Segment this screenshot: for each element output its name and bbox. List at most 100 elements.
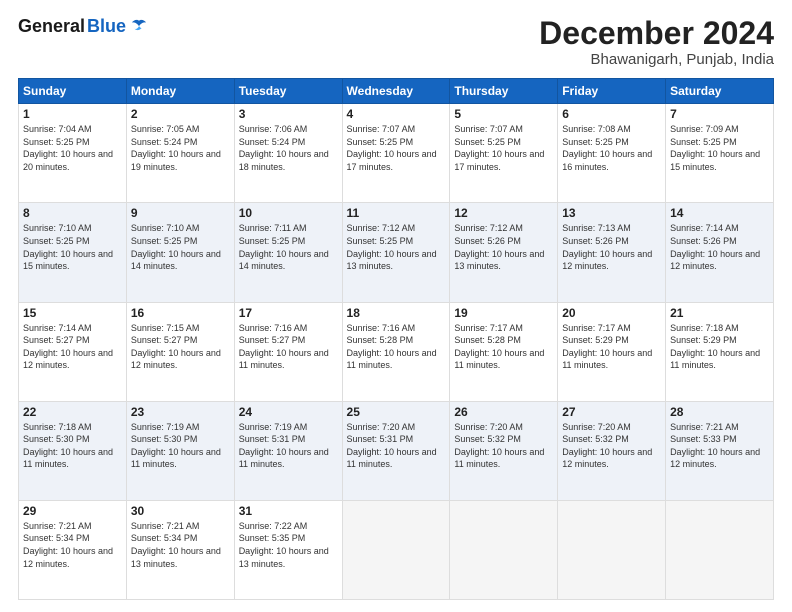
calendar-cell: 5Sunrise: 7:07 AMSunset: 5:25 PMDaylight…	[450, 104, 558, 203]
day-number: 4	[347, 107, 446, 121]
day-info: Sunrise: 7:20 AMSunset: 5:31 PMDaylight:…	[347, 421, 446, 471]
day-info: Sunrise: 7:11 AMSunset: 5:25 PMDaylight:…	[239, 222, 338, 272]
day-number: 18	[347, 306, 446, 320]
calendar-cell: 10 Sunrise: 7:11 AMSunset: 5:25 PMDayligh…	[234, 203, 342, 302]
calendar-cell: 7 Sunrise: 7:09 AMSunset: 5:25 PMDaylight…	[666, 104, 774, 203]
calendar-cell: 31 Sunrise: 7:22 AMSunset: 5:35 PMDayligh…	[234, 500, 342, 599]
logo: GeneralBlue	[18, 16, 148, 37]
day-number: 2	[131, 107, 230, 121]
day-number: 21	[670, 306, 769, 320]
calendar-cell: 26 Sunrise: 7:20 AMSunset: 5:32 PMDayligh…	[450, 401, 558, 500]
day-info: Sunrise: 7:18 AMSunset: 5:29 PMDaylight:…	[670, 322, 769, 372]
day-number: 27	[562, 405, 661, 419]
calendar-cell: 19Sunrise: 7:17 AMSunset: 5:28 PMDayligh…	[450, 302, 558, 401]
calendar-cell: 14 Sunrise: 7:14 AMSunset: 5:26 PMDayligh…	[666, 203, 774, 302]
day-number: 6	[562, 107, 661, 121]
calendar-cell: 13 Sunrise: 7:13 AMSunset: 5:26 PMDayligh…	[558, 203, 666, 302]
calendar-cell: 4Sunrise: 7:07 AMSunset: 5:25 PMDaylight…	[342, 104, 450, 203]
calendar-cell: 3Sunrise: 7:06 AMSunset: 5:24 PMDaylight…	[234, 104, 342, 203]
calendar-week-row: 29 Sunrise: 7:21 AMSunset: 5:34 PMDayligh…	[19, 500, 774, 599]
calendar-cell: 22 Sunrise: 7:18 AMSunset: 5:30 PMDayligh…	[19, 401, 127, 500]
day-info: Sunrise: 7:13 AMSunset: 5:26 PMDaylight:…	[562, 222, 661, 272]
day-info: Sunrise: 7:15 AMSunset: 5:27 PMDaylight:…	[131, 322, 230, 372]
day-number: 23	[131, 405, 230, 419]
day-number: 20	[562, 306, 661, 320]
col-header-monday: Monday	[126, 79, 234, 104]
calendar-cell: 27Sunrise: 7:20 AMSunset: 5:32 PMDayligh…	[558, 401, 666, 500]
day-info: Sunrise: 7:16 AMSunset: 5:27 PMDaylight:…	[239, 322, 338, 372]
calendar-cell: 25 Sunrise: 7:20 AMSunset: 5:31 PMDayligh…	[342, 401, 450, 500]
day-info: Sunrise: 7:05 AMSunset: 5:24 PMDaylight:…	[131, 123, 230, 173]
day-number: 16	[131, 306, 230, 320]
calendar-cell: 23 Sunrise: 7:19 AMSunset: 5:30 PMDayligh…	[126, 401, 234, 500]
day-info: Sunrise: 7:14 AMSunset: 5:26 PMDaylight:…	[670, 222, 769, 272]
day-info: Sunrise: 7:14 AMSunset: 5:27 PMDaylight:…	[23, 322, 122, 372]
day-info: Sunrise: 7:21 AMSunset: 5:34 PMDaylight:…	[23, 520, 122, 570]
calendar-cell	[558, 500, 666, 599]
calendar-week-row: 8Sunrise: 7:10 AMSunset: 5:25 PMDaylight…	[19, 203, 774, 302]
day-number: 31	[239, 504, 338, 518]
col-header-sunday: Sunday	[19, 79, 127, 104]
calendar-cell: 29 Sunrise: 7:21 AMSunset: 5:34 PMDayligh…	[19, 500, 127, 599]
calendar-week-row: 22 Sunrise: 7:18 AMSunset: 5:30 PMDayligh…	[19, 401, 774, 500]
logo-blue: Blue	[87, 16, 126, 37]
day-number: 17	[239, 306, 338, 320]
day-number: 26	[454, 405, 553, 419]
day-info: Sunrise: 7:16 AMSunset: 5:28 PMDaylight:…	[347, 322, 446, 372]
day-info: Sunrise: 7:08 AMSunset: 5:25 PMDaylight:…	[562, 123, 661, 173]
day-number: 3	[239, 107, 338, 121]
day-info: Sunrise: 7:18 AMSunset: 5:30 PMDaylight:…	[23, 421, 122, 471]
day-info: Sunrise: 7:12 AMSunset: 5:26 PMDaylight:…	[454, 222, 553, 272]
calendar-cell: 8Sunrise: 7:10 AMSunset: 5:25 PMDaylight…	[19, 203, 127, 302]
day-number: 14	[670, 206, 769, 220]
calendar-table: SundayMondayTuesdayWednesdayThursdayFrid…	[18, 78, 774, 600]
calendar-cell	[450, 500, 558, 599]
header: GeneralBlue December 2024 Bhawanigarh, P…	[18, 16, 774, 68]
calendar-week-row: 1 Sunrise: 7:04 AMSunset: 5:25 PMDaylight…	[19, 104, 774, 203]
day-number: 25	[347, 405, 446, 419]
calendar-cell: 30Sunrise: 7:21 AMSunset: 5:34 PMDayligh…	[126, 500, 234, 599]
calendar-cell: 28 Sunrise: 7:21 AMSunset: 5:33 PMDayligh…	[666, 401, 774, 500]
calendar-cell: 24Sunrise: 7:19 AMSunset: 5:31 PMDayligh…	[234, 401, 342, 500]
calendar-week-row: 15 Sunrise: 7:14 AMSunset: 5:27 PMDayligh…	[19, 302, 774, 401]
day-number: 10	[239, 206, 338, 220]
day-info: Sunrise: 7:19 AMSunset: 5:30 PMDaylight:…	[131, 421, 230, 471]
day-number: 22	[23, 405, 122, 419]
day-info: Sunrise: 7:21 AMSunset: 5:33 PMDaylight:…	[670, 421, 769, 471]
day-info: Sunrise: 7:09 AMSunset: 5:25 PMDaylight:…	[670, 123, 769, 173]
day-info: Sunrise: 7:19 AMSunset: 5:31 PMDaylight:…	[239, 421, 338, 471]
calendar-cell: 17 Sunrise: 7:16 AMSunset: 5:27 PMDayligh…	[234, 302, 342, 401]
calendar-cell: 1 Sunrise: 7:04 AMSunset: 5:25 PMDaylight…	[19, 104, 127, 203]
calendar-cell: 15 Sunrise: 7:14 AMSunset: 5:27 PMDayligh…	[19, 302, 127, 401]
day-info: Sunrise: 7:20 AMSunset: 5:32 PMDaylight:…	[454, 421, 553, 471]
day-number: 11	[347, 206, 446, 220]
day-number: 5	[454, 107, 553, 121]
calendar-cell: 21 Sunrise: 7:18 AMSunset: 5:29 PMDayligh…	[666, 302, 774, 401]
logo-text: GeneralBlue	[18, 16, 148, 37]
col-header-wednesday: Wednesday	[342, 79, 450, 104]
calendar-cell	[666, 500, 774, 599]
logo-general: General	[18, 16, 85, 37]
day-number: 1	[23, 107, 122, 121]
location: Bhawanigarh, Punjab, India	[539, 51, 774, 68]
logo-bird-icon	[130, 19, 148, 35]
day-number: 19	[454, 306, 553, 320]
day-number: 13	[562, 206, 661, 220]
calendar-cell: 20Sunrise: 7:17 AMSunset: 5:29 PMDayligh…	[558, 302, 666, 401]
calendar-cell: 9Sunrise: 7:10 AMSunset: 5:25 PMDaylight…	[126, 203, 234, 302]
calendar-cell: 2 Sunrise: 7:05 AMSunset: 5:24 PMDaylight…	[126, 104, 234, 203]
day-info: Sunrise: 7:21 AMSunset: 5:34 PMDaylight:…	[131, 520, 230, 570]
col-header-thursday: Thursday	[450, 79, 558, 104]
day-number: 28	[670, 405, 769, 419]
day-info: Sunrise: 7:12 AMSunset: 5:25 PMDaylight:…	[347, 222, 446, 272]
day-number: 29	[23, 504, 122, 518]
calendar-cell: 11 Sunrise: 7:12 AMSunset: 5:25 PMDayligh…	[342, 203, 450, 302]
title-section: December 2024 Bhawanigarh, Punjab, India	[539, 16, 774, 68]
calendar-cell: 12Sunrise: 7:12 AMSunset: 5:26 PMDayligh…	[450, 203, 558, 302]
day-info: Sunrise: 7:04 AMSunset: 5:25 PMDaylight:…	[23, 123, 122, 173]
day-number: 9	[131, 206, 230, 220]
day-info: Sunrise: 7:22 AMSunset: 5:35 PMDaylight:…	[239, 520, 338, 570]
day-number: 7	[670, 107, 769, 121]
day-number: 8	[23, 206, 122, 220]
day-number: 15	[23, 306, 122, 320]
